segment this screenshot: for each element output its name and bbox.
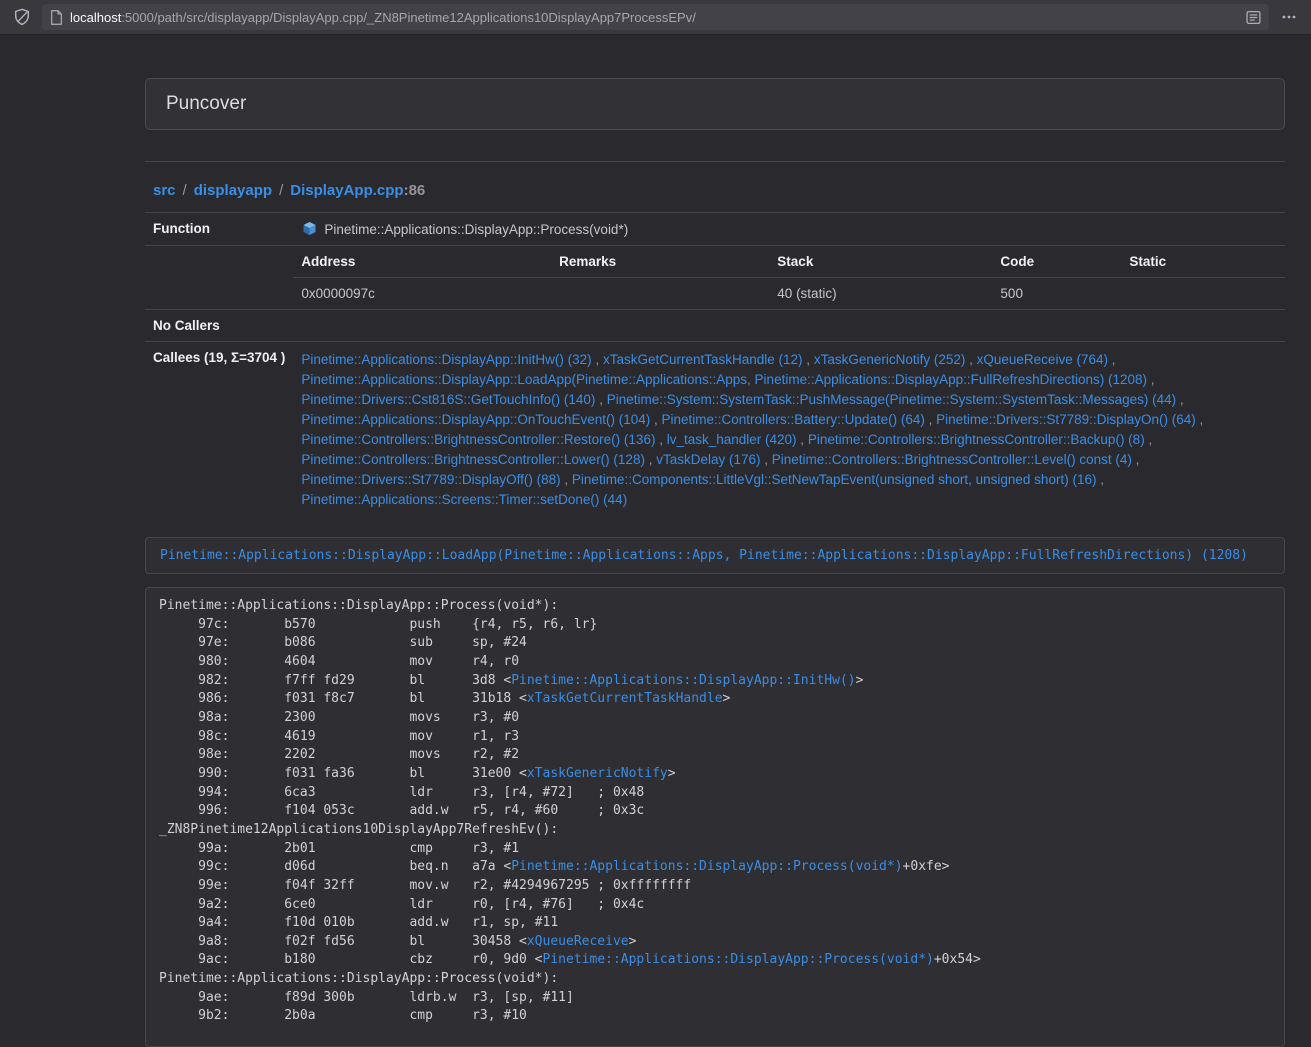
callees-label: Callees (19, Σ=3704 ): [145, 342, 293, 519]
callee-link[interactable]: Pinetime::System::SystemTask::PushMessag…: [607, 392, 1176, 407]
function-icon: [301, 221, 318, 237]
callee-separator: ,: [645, 452, 656, 467]
reader-mode-icon: [1246, 10, 1261, 25]
callee-separator: ,: [561, 472, 572, 487]
column-header-code: Code: [992, 246, 1121, 278]
callee-separator: ,: [925, 412, 936, 427]
callee-link[interactable]: Pinetime::Applications::DisplayApp::Load…: [301, 372, 1147, 387]
navbar-brand[interactable]: Puncover: [166, 93, 246, 115]
callee-separator: ,: [655, 432, 666, 447]
callee-link[interactable]: Pinetime::Applications::DisplayApp::OnTo…: [301, 412, 650, 427]
code-size-value: 500: [992, 278, 1121, 310]
callee-separator: ,: [595, 392, 606, 407]
shield-icon: [13, 8, 31, 26]
breadcrumb-link-src[interactable]: src: [153, 182, 176, 199]
callee-separator: ,: [1096, 472, 1104, 487]
callees-row: Callees (19, Σ=3704 ) Pinetime::Applicat…: [145, 342, 1285, 519]
function-row: Function Pinetime::Applications::Display…: [145, 213, 1285, 246]
breadcrumb-link-displayapp[interactable]: displayapp: [194, 182, 272, 199]
callers-row: No Callers: [145, 310, 1285, 342]
callee-separator: ,: [1145, 432, 1153, 447]
page-icon: [50, 10, 63, 25]
browser-toolbar: localhost:5000/path/src/displayapp/Displ…: [0, 0, 1311, 35]
callee-separator: ,: [797, 432, 808, 447]
callee-link[interactable]: Pinetime::Controllers::Battery::Update()…: [662, 412, 925, 427]
stack-value: 40 (static): [769, 278, 992, 310]
callee-link[interactable]: Pinetime::Controllers::BrightnessControl…: [808, 432, 1145, 447]
source-line-number: :86: [404, 182, 426, 199]
callee-link[interactable]: Pinetime::Applications::Screens::Timer::…: [301, 492, 627, 507]
metrics-values-row: 0x0000097c 40 (static) 500: [293, 278, 1285, 310]
callee-separator: ,: [1176, 392, 1184, 407]
code-symbol-link[interactable]: xQueueReceive: [527, 934, 629, 949]
code-symbol-link[interactable]: Pinetime::Applications::DisplayApp::Proc…: [511, 859, 902, 874]
callee-link[interactable]: Pinetime::Controllers::BrightnessControl…: [301, 452, 645, 467]
divider: [145, 161, 1285, 162]
callee-separator: ,: [761, 452, 772, 467]
callee-link[interactable]: Pinetime::Drivers::St7789::DisplayOff() …: [301, 472, 560, 487]
code-symbol-link[interactable]: Pinetime::Applications::DisplayApp::Proc…: [543, 952, 934, 967]
callees-list: Pinetime::Applications::DisplayApp::Init…: [293, 342, 1285, 519]
url-bar[interactable]: localhost:5000/path/src/displayapp/Displ…: [42, 4, 1269, 30]
callee-link[interactable]: Pinetime::Drivers::Cst816S::GetTouchInfo…: [301, 392, 595, 407]
column-header-remarks: Remarks: [551, 246, 769, 278]
highlighted-symbol-link[interactable]: Pinetime::Applications::DisplayApp::Load…: [160, 548, 1248, 563]
callee-separator: ,: [803, 352, 814, 367]
remarks-value: [551, 278, 769, 310]
column-header-address: Address: [293, 246, 551, 278]
callee-separator: ,: [1196, 412, 1204, 427]
column-header-static: Static: [1121, 246, 1285, 278]
no-callers-label: No Callers: [145, 310, 293, 342]
more-options-icon: [1281, 9, 1297, 25]
metrics-row: Address Remarks Stack Code Static 0x0000…: [145, 246, 1285, 310]
breadcrumb: src / displayapp / DisplayApp.cpp:86: [153, 182, 1285, 199]
callee-link[interactable]: xQueueReceive (764): [977, 352, 1108, 367]
static-value: [1121, 278, 1285, 310]
callee-separator: ,: [592, 352, 603, 367]
metrics-table: Address Remarks Stack Code Static 0x0000…: [293, 246, 1285, 309]
breadcrumb-separator: /: [183, 182, 187, 199]
code-symbol-link[interactable]: Pinetime::Applications::DisplayApp::Init…: [511, 673, 855, 688]
url-path: :5000/path/src/displayapp/DisplayApp.cpp…: [121, 10, 696, 25]
reader-mode-button[interactable]: [1246, 10, 1261, 25]
callee-separator: ,: [1147, 372, 1155, 387]
callee-link[interactable]: xTaskGetCurrentTaskHandle (12): [603, 352, 803, 367]
url-host: localhost: [70, 10, 121, 25]
callee-separator: ,: [1132, 452, 1140, 467]
function-row-label: Function: [145, 213, 293, 246]
callee-link[interactable]: lv_task_handler (420): [667, 432, 797, 447]
highlighted-symbol-box: Pinetime::Applications::DisplayApp::Load…: [145, 537, 1285, 574]
callee-separator: ,: [965, 352, 976, 367]
callee-link[interactable]: Pinetime::Components::LittleVgl::SetNewT…: [572, 472, 1097, 487]
callee-link[interactable]: xTaskGenericNotify (252): [814, 352, 966, 367]
url-text: localhost:5000/path/src/displayapp/Displ…: [70, 10, 1246, 25]
symbol-table: Function Pinetime::Applications::Display…: [145, 212, 1285, 518]
disassembly-code: Pinetime::Applications::DisplayApp::Proc…: [145, 587, 1285, 1047]
more-options-button[interactable]: [1273, 3, 1305, 31]
code-symbol-link[interactable]: xTaskGenericNotify: [527, 766, 668, 781]
callee-separator: ,: [1108, 352, 1116, 367]
app-navbar: Puncover: [145, 78, 1285, 130]
tracking-protection-button[interactable]: [6, 3, 38, 31]
callee-link[interactable]: vTaskDelay (176): [656, 452, 760, 467]
callee-link[interactable]: Pinetime::Controllers::BrightnessControl…: [301, 432, 655, 447]
breadcrumb-separator: /: [279, 182, 283, 199]
function-name: Pinetime::Applications::DisplayApp::Proc…: [324, 222, 628, 237]
callee-separator: ,: [650, 412, 661, 427]
breadcrumb-link-file[interactable]: DisplayApp.cpp: [290, 182, 403, 199]
address-value: 0x0000097c: [293, 278, 551, 310]
callee-link[interactable]: Pinetime::Drivers::St7789::DisplayOn() (…: [936, 412, 1196, 427]
callee-link[interactable]: Pinetime::Applications::DisplayApp::Init…: [301, 352, 591, 367]
callee-link[interactable]: Pinetime::Controllers::BrightnessControl…: [772, 452, 1132, 467]
code-symbol-link[interactable]: xTaskGetCurrentTaskHandle: [527, 691, 723, 706]
column-header-stack: Stack: [769, 246, 992, 278]
